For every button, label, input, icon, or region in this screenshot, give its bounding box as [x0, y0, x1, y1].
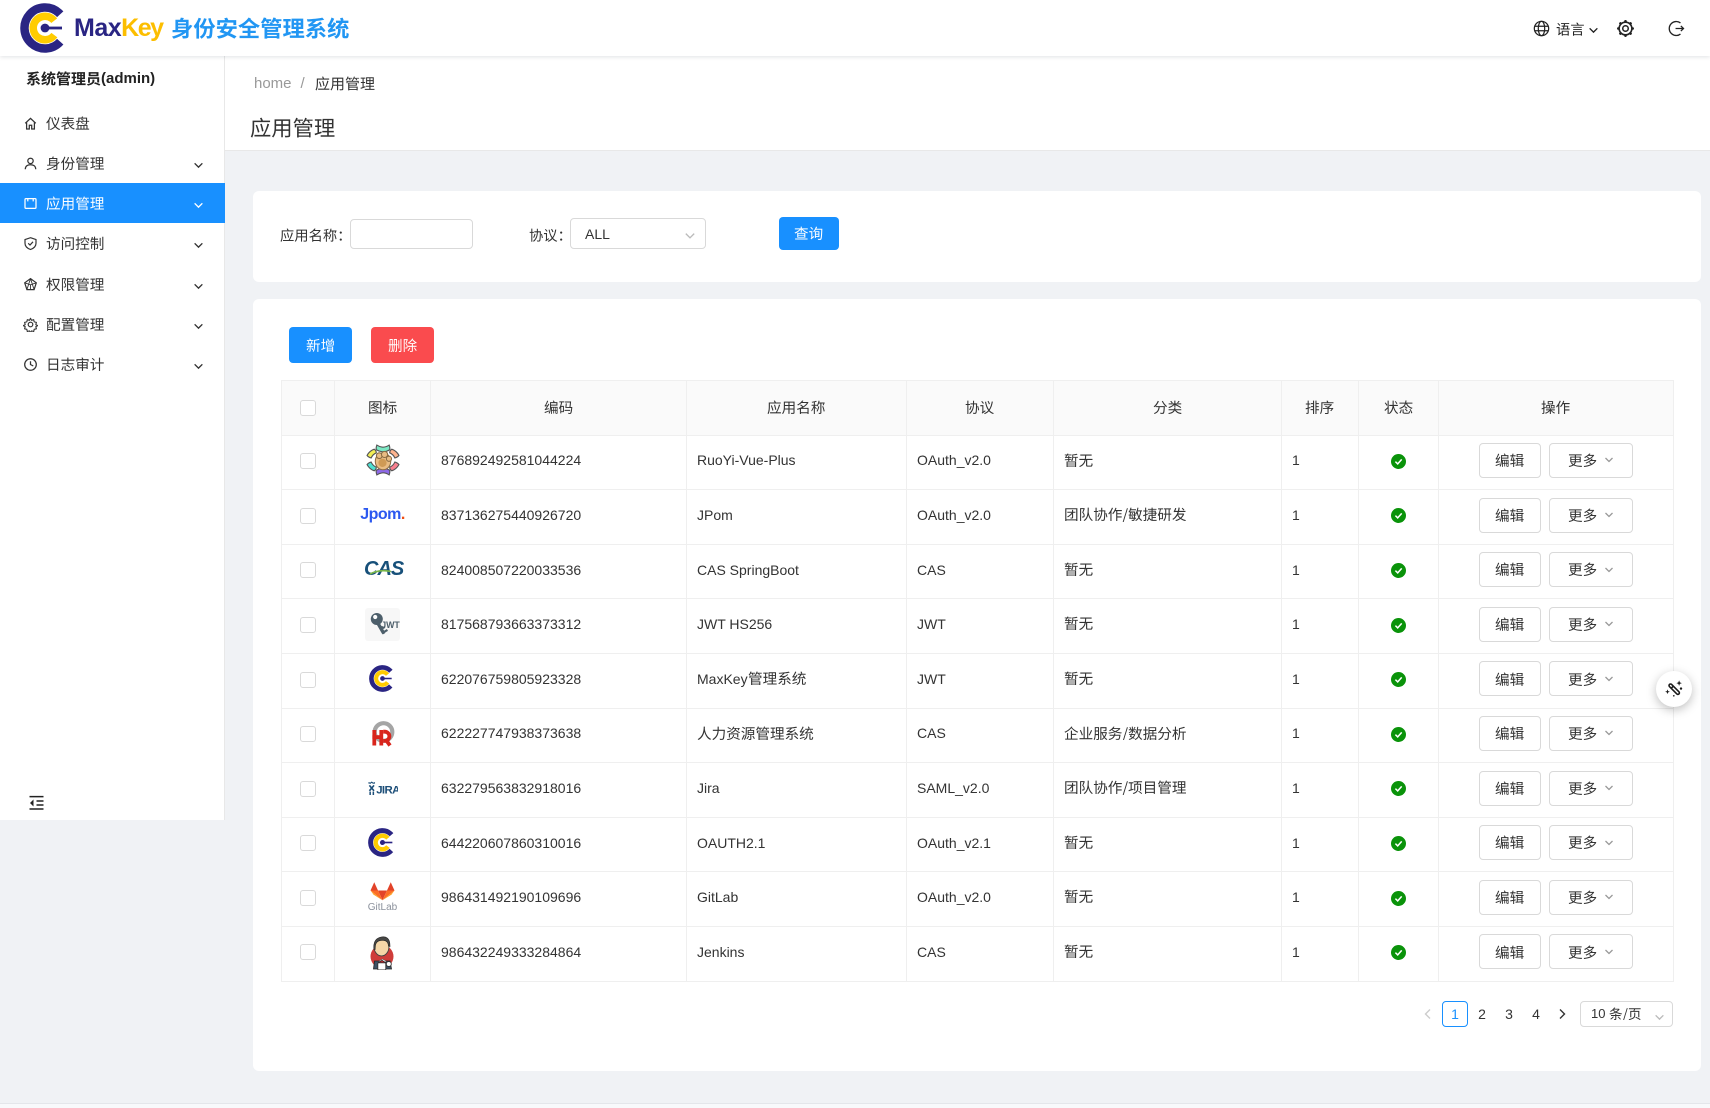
svg-text:JIRA: JIRA: [376, 784, 398, 795]
svg-text:JWT: JWT: [381, 620, 400, 630]
